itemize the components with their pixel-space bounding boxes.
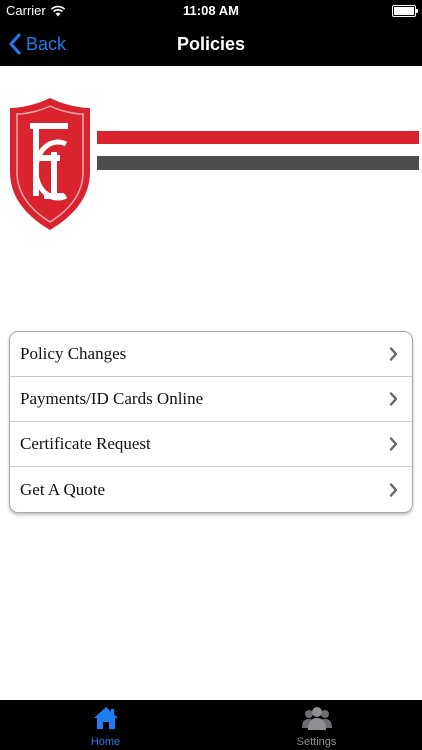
menu-item-label: Certificate Request [20, 434, 151, 453]
menu-item-label: Get A Quote [20, 479, 105, 499]
users-icon [301, 707, 332, 730]
tab-home[interactable]: Home [0, 700, 211, 750]
home-icon [93, 707, 118, 729]
menu-item-label: Payments/ID Cards Online [20, 389, 204, 408]
navigation-bar: Back Policies [0, 22, 422, 66]
menu-item-certificate-request[interactable]: Certificate Request [10, 422, 412, 467]
battery-icon [392, 5, 418, 17]
tab-bar: Home Settings [0, 700, 422, 750]
tab-home-label: Home [90, 736, 121, 748]
logo-gray-stripe [97, 156, 419, 170]
chevron-right-icon [389, 392, 398, 406]
back-label: Back [26, 33, 67, 54]
chevron-left-icon [9, 33, 21, 55]
policies-menu: Policy Changes Payments/ID Cards Online … [9, 331, 413, 513]
status-bar: Carrier 11:08 AM [0, 0, 422, 22]
back-button[interactable]: Back [8, 22, 66, 66]
chevron-right-icon [389, 482, 398, 497]
logo-red-stripe [97, 131, 419, 144]
chevron-right-icon [389, 437, 398, 451]
chevron-right-icon [389, 347, 398, 361]
menu-item-get-a-quote[interactable]: Get A Quote [10, 467, 412, 512]
menu-item-payments-id-cards[interactable]: Payments/ID Cards Online [10, 377, 412, 422]
status-time: 11:08 AM [183, 3, 239, 18]
menu-item-policy-changes[interactable]: Policy Changes [10, 332, 412, 377]
shield-logo-icon [10, 98, 90, 230]
tab-settings[interactable]: Settings [211, 700, 422, 750]
company-logo [0, 66, 422, 266]
menu-item-label: Policy Changes [20, 344, 127, 363]
tab-settings-label: Settings [296, 736, 337, 748]
